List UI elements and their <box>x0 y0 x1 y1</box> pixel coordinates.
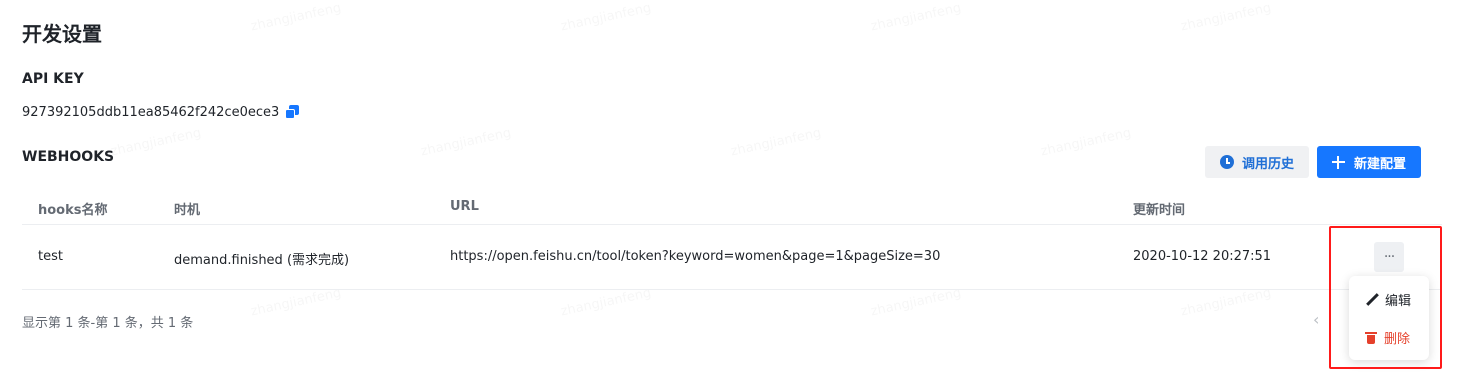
column-header-trigger: 时机 <box>174 203 201 218</box>
page-title: 开发设置 <box>22 22 102 46</box>
chevron-left-icon[interactable]: ‹ <box>1313 310 1319 329</box>
menu-item-delete-label: 删除 <box>1384 332 1411 347</box>
watermark: zhangjianfeng <box>1179 1 1272 35</box>
watermark: zhangjianfeng <box>419 126 512 160</box>
call-history-label: 调用历史 <box>1241 156 1294 172</box>
watermark: zhangjianfeng <box>249 1 342 35</box>
column-header-name: hooks名称 <box>38 203 108 218</box>
actions-dropdown: 编辑 删除 <box>1349 276 1429 360</box>
ellipsis-icon: ··· <box>1383 249 1395 265</box>
watermark: zhangjianfeng <box>109 126 202 160</box>
cell-trigger: demand.finished (需求完成) <box>174 253 350 268</box>
trash-icon <box>1365 331 1377 344</box>
api-key-row: 927392105ddb11ea85462f242ce0ece3 <box>22 103 300 121</box>
watermark: zhangjianfeng <box>729 126 822 160</box>
call-history-button[interactable]: 调用历史 <box>1205 146 1309 178</box>
cell-updated: 2020-10-12 20:27:51 <box>1133 249 1272 264</box>
column-header-url: URL <box>450 199 479 214</box>
api-key-value: 927392105ddb11ea85462f242ce0ece3 <box>22 104 280 120</box>
watermark: zhangjianfeng <box>869 286 962 320</box>
watermark: zhangjianfeng <box>249 286 342 320</box>
new-config-label: 新建配置 <box>1353 156 1406 172</box>
menu-item-edit-label: 编辑 <box>1385 294 1412 309</box>
pencil-icon <box>1365 293 1379 307</box>
column-header-updated: 更新时间 <box>1133 203 1186 218</box>
watermark: zhangjianfeng <box>559 286 652 320</box>
menu-item-delete[interactable]: 删除 <box>1365 328 1410 347</box>
api-key-section-title: API KEY <box>22 71 84 87</box>
header-divider <box>22 224 1442 225</box>
watermark: zhangjianfeng <box>869 1 962 35</box>
watermark: zhangjianfeng <box>1039 126 1132 160</box>
clock-icon <box>1219 155 1234 169</box>
row-divider <box>22 289 1442 290</box>
watermark: zhangjianfeng <box>559 1 652 35</box>
more-actions-button[interactable]: ··· <box>1374 242 1404 272</box>
copy-icon[interactable] <box>285 105 300 119</box>
plus-icon <box>1331 155 1345 169</box>
new-config-button[interactable]: 新建配置 <box>1317 146 1421 178</box>
pagination-summary: 显示第 1 条-第 1 条，共 1 条 <box>22 316 194 331</box>
menu-item-edit[interactable]: 编辑 <box>1365 290 1411 309</box>
cell-url: https://open.feishu.cn/tool/token?keywor… <box>450 249 941 264</box>
webhooks-section-title: WEBHOOKS <box>22 149 115 165</box>
cell-name: test <box>38 249 63 264</box>
watermark: zhangjianfeng <box>1179 286 1272 320</box>
